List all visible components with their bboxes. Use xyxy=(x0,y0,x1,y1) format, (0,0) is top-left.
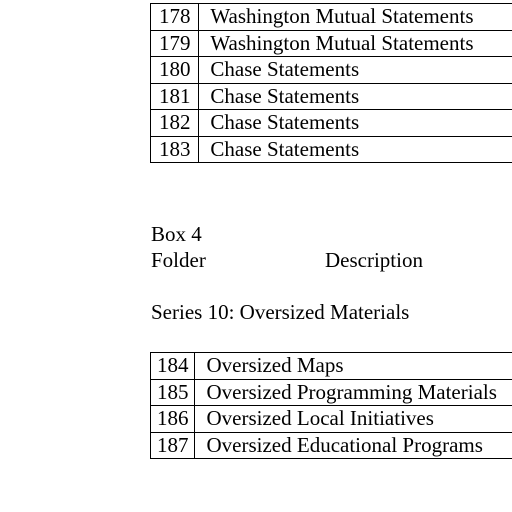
folder-number: 185 xyxy=(149,378,196,406)
document-page: 178 Washington Mutual Statements 179 Was… xyxy=(0,0,512,512)
table-row: 179 Washington Mutual Statements xyxy=(149,29,512,57)
table-row: 181 Chase Statements xyxy=(149,82,512,110)
folder-table-series-9: 178 Washington Mutual Statements 179 Was… xyxy=(149,3,512,163)
folder-description: Chase Statements xyxy=(198,109,512,137)
folder-description: Chase Statements xyxy=(198,82,512,110)
folder-description: Oversized Maps xyxy=(194,352,512,380)
description-column-header: Description xyxy=(325,248,423,272)
folder-table-series-10: 184 Oversized Maps 185 Oversized Program… xyxy=(149,352,512,459)
folder-description: Chase Statements xyxy=(198,135,512,163)
box-label: Box 4 xyxy=(151,222,202,246)
folder-number: 180 xyxy=(149,56,200,84)
folder-description: Oversized Programming Materials xyxy=(194,378,512,406)
table-row: 180 Chase Statements xyxy=(149,56,512,84)
folder-number: 183 xyxy=(149,135,200,163)
table-row: 187 Oversized Educational Programs xyxy=(149,431,512,459)
folder-number: 181 xyxy=(149,82,200,110)
table-row: 184 Oversized Maps xyxy=(149,352,512,380)
folder-description: Oversized Local Initiatives xyxy=(194,405,512,433)
folder-number: 184 xyxy=(149,352,196,380)
series-heading: Series 10: Oversized Materials xyxy=(151,300,410,324)
table-row: 182 Chase Statements xyxy=(149,109,512,137)
folder-description: Chase Statements xyxy=(198,56,512,84)
folder-number: 182 xyxy=(149,109,200,137)
folder-description: Washington Mutual Statements xyxy=(198,3,512,31)
folder-description: Oversized Educational Programs xyxy=(194,431,512,459)
folder-column-header: Folder xyxy=(151,248,206,272)
table-row: 185 Oversized Programming Materials xyxy=(149,378,512,406)
folder-number: 179 xyxy=(149,29,200,57)
folder-number: 187 xyxy=(149,431,196,459)
table-row: 186 Oversized Local Initiatives xyxy=(149,405,512,433)
table-row: 178 Washington Mutual Statements xyxy=(149,3,512,31)
folder-number: 178 xyxy=(149,3,200,31)
table-row: 183 Chase Statements xyxy=(149,135,512,163)
folder-number: 186 xyxy=(149,405,196,433)
folder-description: Washington Mutual Statements xyxy=(198,29,512,57)
